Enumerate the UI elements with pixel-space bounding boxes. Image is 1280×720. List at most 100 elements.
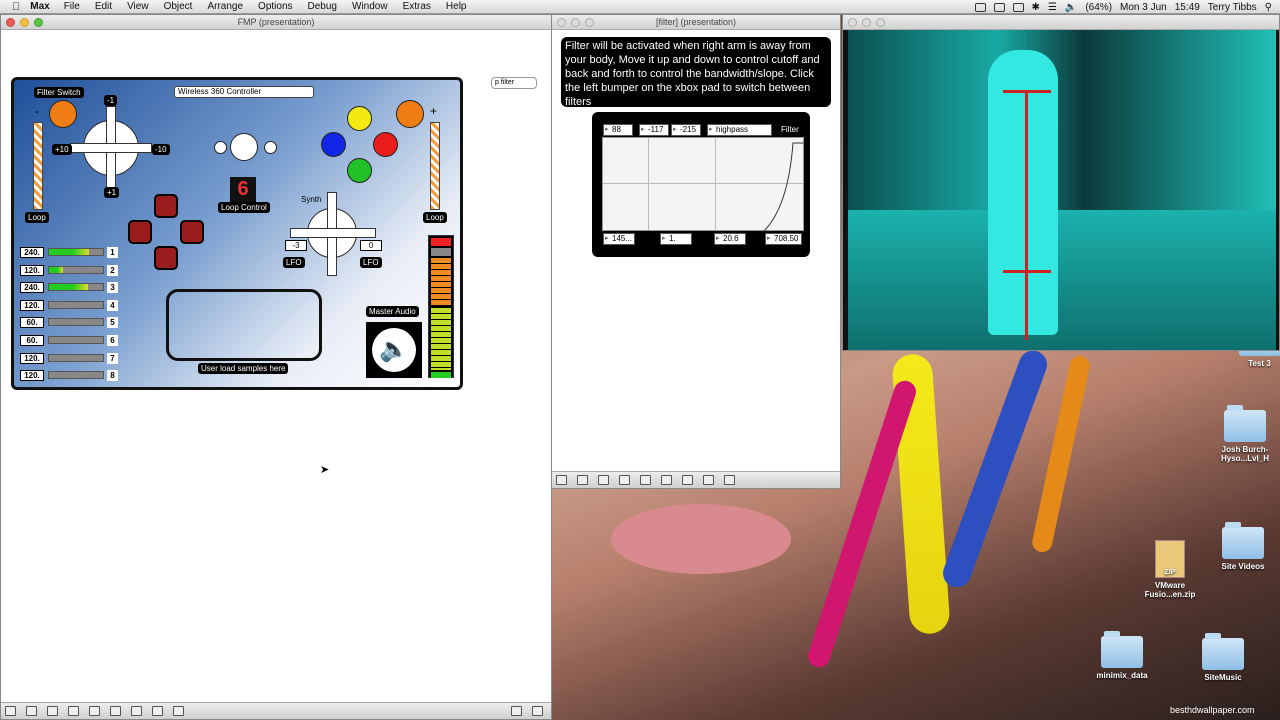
track-bpm-box[interactable]: 120. <box>20 370 44 382</box>
clock-time[interactable]: 15:49 <box>1175 2 1200 13</box>
start-button[interactable] <box>264 141 277 154</box>
b-button[interactable] <box>373 132 398 157</box>
menu-arrange[interactable]: Arrange <box>207 1 243 12</box>
grid-icon[interactable] <box>703 475 714 485</box>
close-icon[interactable] <box>6 18 15 27</box>
dpad-left[interactable] <box>128 220 152 244</box>
filter-titlebar[interactable]: [filter] (presentation) <box>552 15 840 30</box>
menu-window[interactable]: Window <box>352 1 388 12</box>
filter-value-2[interactable]: -117 <box>639 124 669 136</box>
y-button[interactable] <box>347 106 372 131</box>
track-bpm-box[interactable]: 240. <box>20 282 44 294</box>
cut-icon[interactable] <box>619 475 630 485</box>
main-toolbar <box>1 702 551 719</box>
wifi-icon[interactable]: ☰ <box>1048 2 1057 13</box>
desktop-icon-site-videos[interactable]: Site Videos <box>1213 522 1273 571</box>
filter-value-1[interactable]: 88 <box>603 124 633 136</box>
left-stick-bottom-value: +1 <box>104 187 120 198</box>
filter-window-title: [filter] (presentation) <box>655 17 737 27</box>
menu-edit[interactable]: Edit <box>95 1 112 12</box>
clock-date[interactable]: Mon 3 Jun <box>1120 2 1167 13</box>
lock-icon[interactable] <box>556 475 567 485</box>
view-icon[interactable] <box>511 706 522 716</box>
controller-select[interactable]: Wireless 360 Controller <box>174 86 314 98</box>
menu-object[interactable]: Object <box>164 1 193 12</box>
menu-options[interactable]: Options <box>258 1 292 12</box>
track-bpm-box[interactable]: 60. <box>20 335 44 346</box>
menu-app[interactable]: Max <box>30 1 49 12</box>
filter-value-3[interactable]: -215 <box>671 124 701 136</box>
folder-icon <box>1202 633 1244 670</box>
x-button[interactable] <box>321 132 346 157</box>
filter-mode-select[interactable]: highpass <box>707 124 772 136</box>
back-button[interactable] <box>214 141 227 154</box>
synth-right-value[interactable]: 0 <box>360 240 382 251</box>
time-machine-icon[interactable] <box>993 2 1005 12</box>
filter-bottom-4[interactable]: 708.50 <box>765 233 802 245</box>
info-icon[interactable] <box>661 475 672 485</box>
synth-left-value[interactable]: -3 <box>285 240 307 251</box>
p-filter-object[interactable]: p filter <box>491 77 537 89</box>
settings-icon[interactable] <box>173 706 184 716</box>
window-controls[interactable] <box>557 18 594 27</box>
desktop-icon-vmware[interactable]: ZIP VMware Fusio...en.zip <box>1140 540 1200 599</box>
window-controls[interactable] <box>6 18 43 27</box>
volume-icon[interactable]: 🔈 <box>1065 2 1077 13</box>
minimize-icon[interactable] <box>20 18 29 27</box>
color-icon[interactable] <box>89 706 100 716</box>
new-object-icon[interactable] <box>26 706 37 716</box>
window-controls[interactable] <box>848 18 885 27</box>
main-titlebar[interactable]: FMP (presentation) <box>1 15 551 30</box>
dpad-right[interactable] <box>180 220 204 244</box>
wireless-icon[interactable] <box>682 475 693 485</box>
apple-icon[interactable]:  <box>12 1 20 13</box>
kinect-titlebar[interactable] <box>843 15 1279 30</box>
track-bpm-box[interactable]: 120. <box>20 299 44 311</box>
desktop-icon-josh[interactable]: Josh Burch- Hyso...Lvl_H <box>1213 405 1277 463</box>
sidebar-icon[interactable] <box>532 706 543 716</box>
filter-bottom-3[interactable]: 20.6 <box>714 233 746 245</box>
menu-file[interactable]: File <box>64 1 80 12</box>
zoom-icon[interactable] <box>34 18 43 27</box>
master-audio-button[interactable]: 🔈 <box>366 322 422 378</box>
menu-extras[interactable]: Extras <box>403 1 431 12</box>
right-bumper-button[interactable] <box>396 100 424 128</box>
color-icon[interactable] <box>640 475 651 485</box>
edit-icon[interactable] <box>598 475 609 485</box>
desktop-icon-minimix[interactable]: minimix_data <box>1090 631 1154 680</box>
bluetooth-icon[interactable]: ✱ <box>1032 2 1040 13</box>
new-object-icon[interactable] <box>577 475 588 485</box>
master-level-meter <box>428 235 454 378</box>
filter-bottom-2[interactable]: 1. <box>660 233 692 245</box>
track-bpm-box[interactable]: 120. <box>20 352 44 364</box>
kinect-depth-view <box>848 30 1276 350</box>
lock-icon[interactable] <box>5 706 16 716</box>
filter-graph[interactable] <box>602 137 805 232</box>
settings-icon[interactable] <box>724 475 735 485</box>
user-name[interactable]: Terry Tibbs <box>1208 2 1257 13</box>
a-button[interactable] <box>347 158 372 183</box>
info-icon[interactable] <box>110 706 121 716</box>
spotlight-icon[interactable]: ⚲ <box>1265 2 1272 13</box>
dpad-up[interactable] <box>154 194 178 218</box>
dropbox-icon[interactable] <box>974 2 986 12</box>
kinect-window[interactable] <box>842 14 1280 351</box>
display-icon[interactable] <box>1012 2 1024 12</box>
samples-drop-area[interactable] <box>166 289 322 361</box>
track-bpm-box[interactable]: 120. <box>20 264 44 276</box>
track-bpm-box[interactable]: 240. <box>20 247 44 258</box>
track-bpm-box[interactable]: 60. <box>20 317 44 329</box>
menu-view[interactable]: View <box>127 1 149 12</box>
menu-help[interactable]: Help <box>446 1 467 12</box>
filter-bottom-1[interactable]: 145... <box>603 233 635 245</box>
wireless-icon[interactable] <box>131 706 142 716</box>
dpad-down[interactable] <box>154 246 178 270</box>
battery-percent[interactable]: (64%) <box>1085 2 1112 13</box>
filter-switch-button[interactable] <box>49 100 77 128</box>
menu-debug[interactable]: Debug <box>308 1 337 12</box>
cut-icon[interactable] <box>68 706 79 716</box>
edit-icon[interactable] <box>47 706 58 716</box>
guide-button[interactable] <box>230 133 258 161</box>
desktop-icon-sitemusic[interactable]: SiteMusic <box>1193 633 1253 682</box>
grid-icon[interactable] <box>152 706 163 716</box>
